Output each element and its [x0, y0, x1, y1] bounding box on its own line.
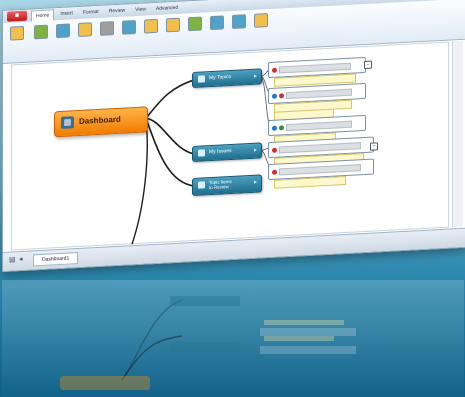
topic-items-to-review[interactable]: Topic Items to Review ▸ — [192, 174, 262, 197]
task-button[interactable] — [185, 16, 205, 32]
new-topic-button[interactable] — [31, 24, 51, 40]
central-topic[interactable]: ▦ Dashboard — [54, 106, 148, 138]
reflection-note — [264, 336, 334, 341]
reflection-subtopic — [260, 328, 356, 336]
priority-icon — [272, 147, 277, 153]
vertical-scrollbar[interactable] — [452, 40, 463, 228]
topic-icon — [198, 181, 205, 189]
attachment-icon — [144, 18, 158, 34]
subtopic-text-placeholder — [279, 62, 351, 73]
task-icon — [279, 124, 284, 130]
chevron-left-icon[interactable]: ◂ — [19, 256, 27, 263]
dashboard-icon: ▦ — [61, 116, 74, 129]
collapse-toggle[interactable]: − — [370, 142, 378, 151]
subtopic-text-placeholder — [279, 141, 361, 153]
priority-icon — [272, 125, 277, 131]
reflection-note — [264, 320, 344, 325]
document-list-icon[interactable]: ▤ — [9, 256, 17, 263]
filter-icon — [254, 13, 268, 28]
reflection-central-topic — [60, 376, 150, 390]
map-canvas[interactable]: ▦ Dashboard My Topics ▸ My Issues ▸ Topi… — [11, 41, 449, 251]
paste-icon — [10, 25, 24, 41]
subtopic-text-placeholder — [286, 88, 352, 99]
chevron-right-icon[interactable]: ▸ — [254, 179, 257, 186]
new-topic-icon — [34, 24, 48, 40]
app-menu-button[interactable]: ■ — [7, 10, 27, 22]
topic-label: My Issues — [209, 147, 232, 156]
reflection-subtopic — [260, 346, 356, 354]
priority-icon — [272, 67, 277, 73]
reflection-topic — [170, 296, 240, 306]
filter-button[interactable] — [251, 13, 271, 28]
task-icon — [188, 16, 202, 32]
subtopic-text-placeholder — [279, 163, 361, 175]
map-theme-icon — [232, 14, 246, 29]
topic-label: My Topics — [209, 73, 232, 82]
window-reflection — [2, 280, 464, 397]
priority-icon — [272, 169, 277, 175]
subtopic-text-placeholder — [286, 120, 352, 131]
subtopic-row — [272, 120, 352, 132]
chevron-right-icon[interactable]: ▸ — [254, 73, 257, 80]
application-window: ■ Home Insert Format Review View Advance… — [2, 0, 465, 272]
reflection-topic — [170, 342, 240, 352]
subtopic-icon — [56, 23, 70, 39]
subtopic-row — [272, 62, 351, 74]
note-icon — [166, 17, 180, 33]
topic-icon — [198, 149, 205, 157]
subtopic-row — [272, 141, 361, 154]
note-button[interactable] — [163, 17, 183, 33]
layout-button[interactable] — [207, 15, 227, 31]
priority-icon — [272, 93, 277, 99]
attachment-button[interactable] — [141, 18, 161, 34]
paste-button[interactable] — [7, 25, 27, 41]
chevron-right-icon[interactable]: ▸ — [254, 147, 257, 154]
relationship-icon — [100, 21, 114, 36]
layout-icon — [210, 15, 224, 31]
topic-label: Topic Items to Review — [209, 178, 232, 191]
callout-icon — [78, 22, 92, 38]
boundary-button[interactable] — [119, 19, 139, 35]
map-theme-button[interactable] — [229, 14, 249, 29]
flag-icon — [279, 92, 284, 98]
collapse-toggle[interactable]: − — [364, 60, 372, 70]
boundary-icon — [122, 19, 136, 35]
subtopic-row — [272, 88, 352, 100]
central-topic-label: Dashboard — [79, 114, 121, 126]
subtopic-button[interactable] — [53, 23, 73, 39]
subtopic-row — [272, 163, 361, 176]
screenshot-stage: ■ Home Insert Format Review View Advance… — [0, 0, 465, 397]
topic-icon — [198, 75, 205, 83]
document-tab[interactable]: Dashboard1 — [33, 252, 79, 267]
relationship-button[interactable] — [97, 21, 117, 36]
callout-button[interactable] — [75, 22, 95, 38]
